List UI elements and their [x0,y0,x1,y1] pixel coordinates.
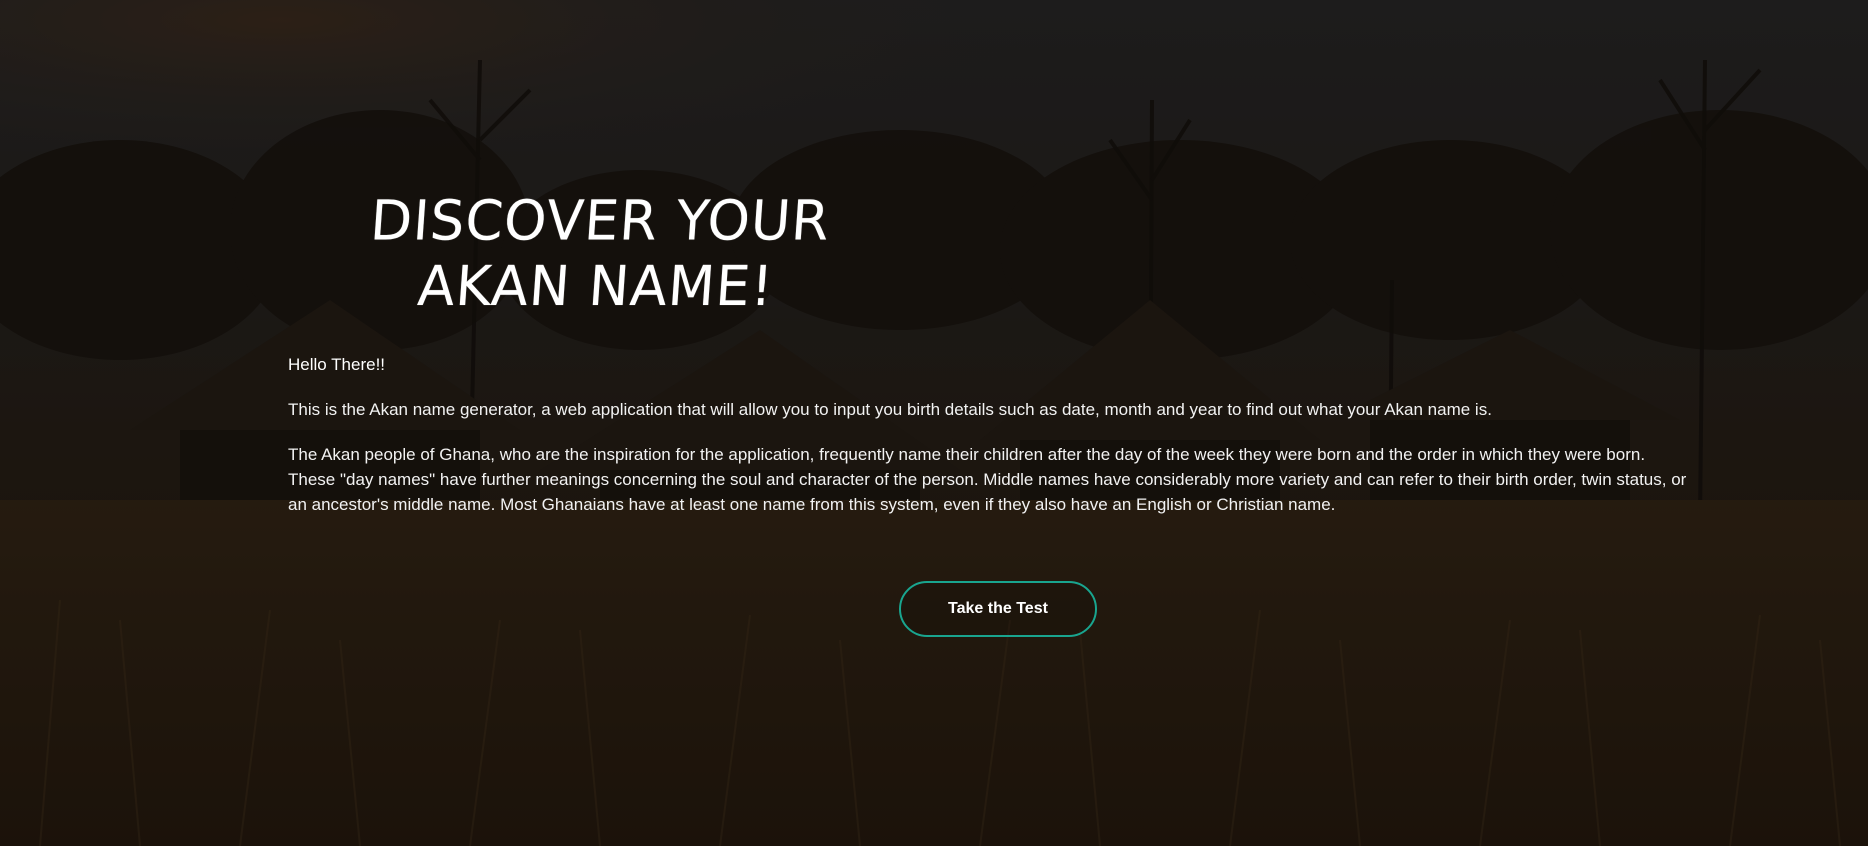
page-title: Discover Your Akan Name! [368,188,833,319]
cta-container: Take the Test [899,581,1097,637]
take-test-button[interactable]: Take the Test [899,581,1097,637]
akan-paragraph: The Akan people of Ghana, who are the in… [288,445,1646,464]
greeting-text: Hello There!! [288,355,386,374]
day-names-paragraph: These "day names" have further meanings … [288,470,1687,514]
intro-paragraph: This is the Akan name generator, a web a… [288,400,1492,419]
hero-section: Discover Your Akan Name! Hello There!! T… [288,189,1688,517]
